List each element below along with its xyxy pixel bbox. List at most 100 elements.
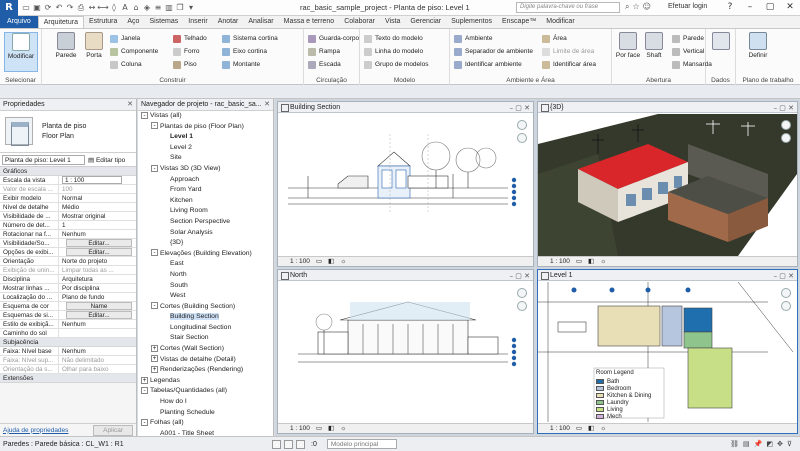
model-select[interactable]: Modelo principal <box>326 439 397 449</box>
door-button[interactable]: Porta <box>80 32 108 59</box>
column-button[interactable]: Coluna <box>110 59 142 70</box>
tree-item[interactable]: + Legendas <box>138 376 273 387</box>
tab-9[interactable]: Colaborar <box>339 16 380 28</box>
view-tab[interactable]: Building Section – ▢ ✕ <box>278 102 533 113</box>
category-graphics[interactable]: Gráficos <box>0 167 136 176</box>
elevation-drawing[interactable] <box>278 282 533 423</box>
steering-wheel-icon[interactable] <box>517 288 527 298</box>
navigation-bar[interactable] <box>517 288 529 314</box>
mullion-button[interactable]: Montante <box>222 59 260 70</box>
view-level-1[interactable]: Level 1– ▢ ✕ Room Legend Bath Bedroom Ki… <box>537 269 798 434</box>
zoom-icon[interactable] <box>517 301 527 311</box>
model-text-button[interactable]: Texto do modelo <box>364 33 423 44</box>
select-pinned-icon[interactable]: 📌 <box>754 440 763 448</box>
help-icon[interactable]: ? <box>720 0 740 14</box>
area-boundary-button[interactable]: Limite de área <box>542 46 594 57</box>
property-value[interactable]: Editar... <box>59 311 136 319</box>
wall-button[interactable]: Parede <box>52 32 80 59</box>
tab-5[interactable]: Inserir <box>183 16 212 28</box>
thin-lines-icon[interactable]: ≡ <box>153 3 163 13</box>
instance-select[interactable]: Planta de piso: Level 1 <box>2 154 85 165</box>
close-icon[interactable]: ✕ <box>780 0 800 14</box>
navigation-bar[interactable] <box>781 288 793 314</box>
tab-6[interactable]: Anotar <box>213 16 244 28</box>
section-drawing[interactable] <box>278 114 533 256</box>
text-icon[interactable]: A <box>120 3 130 13</box>
property-value[interactable]: Arquitetura <box>59 275 136 283</box>
tree-item[interactable]: - Cortes (Building Section) <box>138 302 273 313</box>
filter-icon[interactable]: ⊽ <box>787 440 792 448</box>
collapse-icon[interactable]: - <box>141 387 148 395</box>
steering-wheel-icon[interactable] <box>781 288 791 298</box>
visual-style-icon[interactable]: ◧ <box>328 424 334 433</box>
tree-item[interactable]: - Folhas (all) <box>138 418 273 429</box>
tab-8[interactable]: Massa e terreno <box>279 16 340 28</box>
tree-item[interactable]: Living Room <box>138 206 273 217</box>
tree-item[interactable]: - Elevações (Building Elevation) <box>138 249 273 260</box>
collapse-icon[interactable]: - <box>141 418 148 426</box>
shaft-button[interactable]: Shaft <box>640 32 668 59</box>
select-links-icon[interactable]: ⛓ <box>730 440 739 448</box>
component-button[interactable]: Componente <box>110 46 158 57</box>
floor-plan-drawing[interactable]: Room Legend Bath Bedroom Kitchen & Dining L… <box>538 281 797 423</box>
datum-button[interactable] <box>708 32 734 52</box>
by-face-button[interactable]: Por face <box>614 32 642 59</box>
select-by-face-icon[interactable]: ◩ <box>766 440 773 448</box>
property-value[interactable]: Name <box>59 302 136 310</box>
roof-button[interactable]: Telhado <box>173 33 207 44</box>
dimension-icon[interactable]: ⟷ <box>97 3 108 13</box>
tree-item[interactable]: + Cortes (Wall Section) <box>138 344 273 355</box>
curtain-grid-button[interactable]: Eixo cortina <box>222 46 267 57</box>
property-value[interactable]: Médio <box>59 203 136 211</box>
tree-item[interactable]: A001 - Title Sheet <box>138 429 273 436</box>
close-hidden-icon[interactable]: ▥ <box>164 3 174 13</box>
scale-input[interactable]: 1 : 100 <box>62 176 122 184</box>
tab-10[interactable]: Vista <box>380 16 405 28</box>
tab-12[interactable]: Suplementos <box>446 16 497 28</box>
tree-item[interactable]: - Vistas (all) <box>138 111 273 122</box>
save-icon[interactable]: ▣ <box>32 3 42 13</box>
tree-item[interactable]: - Plantas de piso (Floor Plan) <box>138 122 273 133</box>
property-value[interactable]: 1 <box>59 221 136 229</box>
tab-14[interactable]: Modificar <box>541 16 579 28</box>
tree-item[interactable]: Level 1 <box>138 132 273 143</box>
maximize-icon[interactable]: ▢ <box>760 0 780 14</box>
visual-style-icon[interactable]: ◧ <box>588 424 594 433</box>
viewcube-icon[interactable] <box>781 120 791 130</box>
sun-path-icon[interactable]: ☼ <box>340 257 346 266</box>
redo-icon[interactable]: ↷ <box>65 3 75 13</box>
tree-item[interactable]: + Renderizações (Rendering) <box>138 365 273 376</box>
property-value[interactable]: Nenhum <box>59 230 136 238</box>
collapse-icon[interactable]: - <box>151 249 158 257</box>
tree-item[interactable]: Kitchen <box>138 196 273 207</box>
collapse-icon[interactable]: - <box>151 164 158 172</box>
view-tab[interactable]: North – ▢ ✕ <box>278 270 533 281</box>
area-button[interactable]: Área <box>542 33 567 44</box>
edit-button[interactable]: Editar... <box>66 248 132 256</box>
group-label-modelo[interactable]: Modelo <box>360 77 449 84</box>
ceiling-button[interactable]: Forro <box>173 46 200 57</box>
measure-icon[interactable]: ↔ <box>87 3 97 13</box>
zoom-icon[interactable] <box>781 301 791 311</box>
undo-icon[interactable]: ↶ <box>54 3 64 13</box>
sun-path-icon[interactable]: ☼ <box>600 424 606 433</box>
navigation-bar[interactable] <box>517 120 529 146</box>
sun-path-icon[interactable]: ☼ <box>340 424 346 433</box>
floor-button[interactable]: Piso <box>173 59 197 70</box>
view-scale[interactable]: 1 : 100 <box>290 257 310 266</box>
expand-icon[interactable]: + <box>151 344 158 352</box>
view-controls[interactable]: – ▢ ✕ <box>510 103 530 114</box>
tree-item[interactable]: Building Section <box>138 312 273 323</box>
category-extents[interactable]: Extensões <box>0 374 136 383</box>
group-label-selecionar[interactable]: Selecionar <box>0 77 41 84</box>
detail-level-icon[interactable]: ▭ <box>316 257 322 266</box>
switch-windows-icon[interactable]: ❐ <box>175 3 185 13</box>
tree-item[interactable]: Stair Section <box>138 333 273 344</box>
tab-11[interactable]: Gerenciar <box>405 16 446 28</box>
edit-button[interactable]: Editar... <box>66 239 132 247</box>
tree-item[interactable]: Longitudinal Section <box>138 323 273 334</box>
model-line-button[interactable]: Linha do modelo <box>364 46 423 57</box>
3d-model-canvas[interactable] <box>538 114 797 256</box>
view-controls[interactable]: – ▢ ✕ <box>774 271 794 282</box>
railing-button[interactable]: Guarda-corpo <box>308 33 359 44</box>
